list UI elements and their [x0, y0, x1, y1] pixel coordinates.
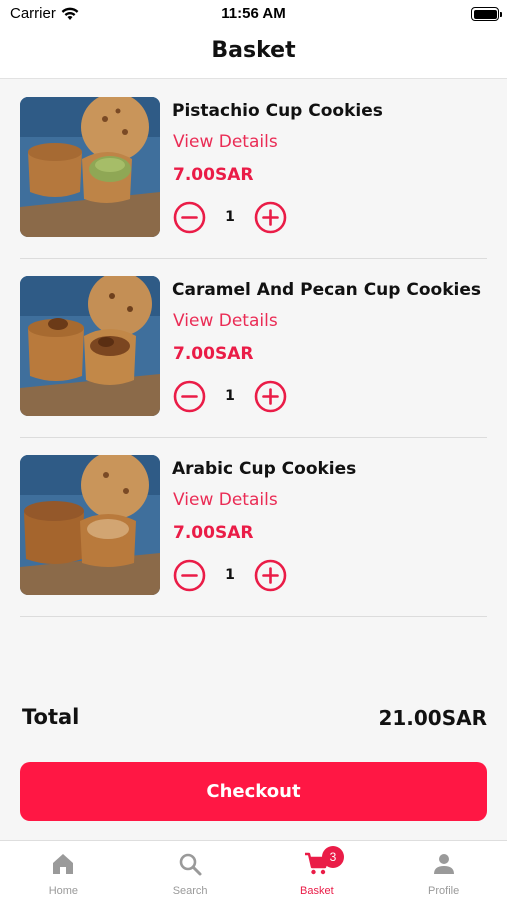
total-row: Total 21.00SAR: [22, 705, 487, 735]
search-icon: [179, 853, 202, 876]
pistachio-cup-cookie-photo: [20, 97, 160, 237]
home-icon: [53, 854, 74, 874]
view-details-link[interactable]: View Details: [173, 490, 278, 510]
battery-icon: [471, 7, 502, 21]
basket-item: Caramel And Pecan Cup Cookies View Detai…: [20, 259, 487, 438]
product-name: Caramel And Pecan Cup Cookies: [172, 280, 481, 300]
basket-item: Arabic Cup Cookies View Details 7.00SAR …: [20, 438, 487, 617]
caramel-pecan-cup-cookie-photo: [20, 276, 160, 416]
view-details-link[interactable]: View Details: [173, 132, 278, 152]
decrease-quantity-button[interactable]: [173, 380, 206, 413]
tab-bar: Home Search Basket Profile 3: [0, 840, 507, 900]
tab-label: Search: [172, 885, 208, 897]
tab-label: Home: [48, 885, 79, 897]
total-label: Total: [22, 705, 80, 729]
person-icon: [433, 854, 454, 874]
product-price: 7.00SAR: [173, 344, 254, 364]
product-name: Arabic Cup Cookies: [172, 459, 357, 479]
product-image[interactable]: [20, 97, 160, 237]
checkout-button[interactable]: Checkout: [20, 762, 487, 821]
tab-search[interactable]: Search: [127, 841, 254, 900]
view-details-link[interactable]: View Details: [173, 311, 278, 331]
product-name: Pistachio Cup Cookies: [172, 101, 383, 121]
tab-label: Basket: [300, 885, 334, 897]
quantity-value: 1: [225, 567, 235, 583]
increase-quantity-button[interactable]: [254, 380, 287, 413]
tab-profile[interactable]: Profile: [380, 841, 507, 900]
tab-basket[interactable]: Basket: [254, 841, 381, 900]
status-bar: Carrier 11:56 AM: [0, 0, 507, 30]
arabic-cup-cookie-photo: [20, 455, 160, 595]
tab-home[interactable]: Home: [0, 841, 127, 900]
quantity-value: 1: [225, 388, 235, 404]
nav-bar: Basket: [0, 30, 507, 79]
increase-quantity-button[interactable]: [254, 559, 287, 592]
decrease-quantity-button[interactable]: [173, 201, 206, 234]
quantity-value: 1: [225, 209, 235, 225]
product-image[interactable]: [20, 276, 160, 416]
decrease-quantity-button[interactable]: [173, 559, 206, 592]
page-title: Basket: [211, 38, 296, 63]
tab-label: Profile: [428, 885, 460, 897]
increase-quantity-button[interactable]: [254, 201, 287, 234]
cart-count-badge: 3: [322, 846, 344, 868]
basket-item: Pistachio Cup Cookies View Details 7.00S…: [20, 80, 487, 259]
clock: 11:56 AM: [221, 5, 286, 22]
product-price: 7.00SAR: [173, 165, 254, 185]
product-image[interactable]: [20, 455, 160, 595]
basket-list: Pistachio Cup Cookies View Details 7.00S…: [20, 80, 487, 617]
total-value: 21.00SAR: [378, 706, 487, 730]
product-price: 7.00SAR: [173, 523, 254, 543]
